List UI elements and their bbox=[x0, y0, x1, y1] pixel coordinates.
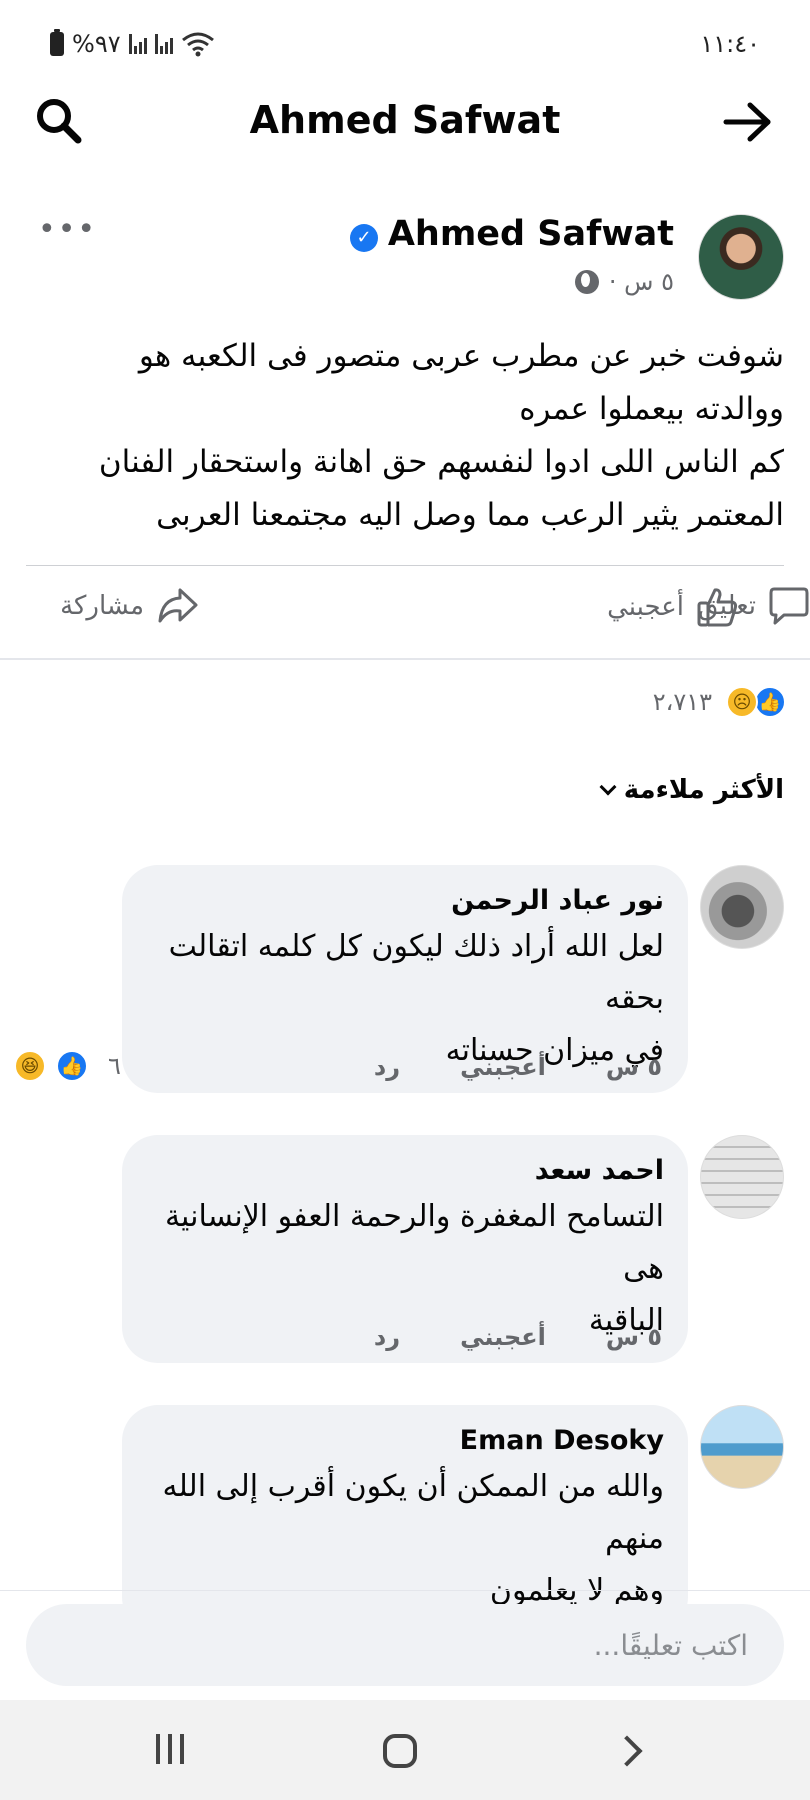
commenter-name[interactable]: احمد سعد bbox=[152, 1151, 664, 1191]
system-nav-bar bbox=[0, 1700, 810, 1800]
share-icon bbox=[158, 588, 198, 623]
chevron-down-icon bbox=[599, 778, 617, 796]
like-reaction-icon: 👍 bbox=[754, 686, 786, 718]
status-bar: %٩٧ ١١:٤٠ bbox=[0, 0, 810, 90]
haha-reaction-icon: 😆 bbox=[14, 1050, 46, 1082]
reactions-summary[interactable]: 👍 ☹ ٢،٧١٣ bbox=[653, 686, 786, 718]
comment-composer bbox=[26, 1604, 784, 1686]
comment-icon bbox=[769, 587, 809, 625]
author-name[interactable]: Ahmed Safwat bbox=[388, 214, 674, 254]
status-icons: %٩٧ bbox=[50, 29, 215, 58]
comment-text: والله من الممكن أن يكون أقرب إلى الله من… bbox=[162, 1469, 664, 1556]
more-options-button[interactable]: ••• bbox=[38, 215, 97, 245]
post-text: شوفت خبر عن مطرب عربى متصور فى الكعبه هو… bbox=[44, 330, 784, 542]
sort-label: الأكثر ملاءمة bbox=[623, 775, 784, 805]
back-button[interactable] bbox=[722, 100, 774, 144]
post-time[interactable]: ٥ س · bbox=[609, 268, 674, 296]
commenter-avatar[interactable] bbox=[700, 1135, 784, 1219]
composer-divider bbox=[0, 1590, 810, 1591]
page-title: Ahmed Safwat bbox=[249, 98, 561, 142]
post-header: ••• Ahmed Safwat ✓ ٥ س · bbox=[0, 210, 810, 310]
recent-apps-button[interactable] bbox=[156, 1734, 184, 1764]
comment-text: التسامح المغفرة والرحمة العفو الإنسانية … bbox=[164, 1199, 664, 1286]
post-text-line: كم الناس اللى ادوا لنفسهم حق اهانة واستح… bbox=[98, 444, 784, 480]
comment-time: ٥ س bbox=[605, 1323, 662, 1351]
globe-icon bbox=[574, 270, 599, 294]
comment-label: تعليق bbox=[698, 591, 756, 621]
ellipsis-icon: ••• bbox=[38, 212, 98, 247]
signal-icon-2 bbox=[154, 34, 173, 54]
reactions-count: ٢،٧١٣ bbox=[652, 688, 712, 716]
post-action-bar: أعجبني تعليق مشاركة bbox=[0, 585, 810, 645]
back-nav-button[interactable] bbox=[611, 1735, 643, 1767]
sad-reaction-icon: ☹ bbox=[726, 686, 758, 718]
share-button[interactable]: مشاركة bbox=[60, 585, 200, 627]
signal-icon bbox=[128, 34, 147, 54]
clock: ١١:٤٠ bbox=[700, 30, 760, 58]
comment-reactions[interactable]: 😆 👍 ٦ bbox=[14, 1050, 121, 1082]
divider bbox=[26, 565, 784, 566]
comment-sort-dropdown[interactable]: الأكثر ملاءمة bbox=[599, 775, 784, 805]
comment-time: ٥ س bbox=[605, 1053, 662, 1081]
wifi-icon bbox=[181, 32, 214, 57]
author-avatar[interactable] bbox=[698, 214, 784, 300]
battery-icon bbox=[50, 29, 64, 56]
comment-actions: ٥ س أعجبني رد bbox=[374, 1053, 662, 1081]
app-header: Ahmed Safwat bbox=[0, 90, 810, 170]
comment-input[interactable] bbox=[26, 1604, 784, 1686]
commenter-avatar[interactable] bbox=[700, 1405, 784, 1489]
arrow-right-icon bbox=[723, 102, 771, 142]
post-text-line: المعتمر يثير الرعب مما وصل اليه مجتمعنا … bbox=[156, 497, 784, 533]
like-reaction-icon: 👍 bbox=[56, 1050, 88, 1082]
comment-reply-button[interactable]: رد bbox=[374, 1053, 400, 1081]
comment-actions: ٥ س أعجبني رد bbox=[374, 1323, 662, 1351]
home-button[interactable] bbox=[383, 1734, 417, 1768]
post-meta: ٥ س · bbox=[574, 268, 674, 296]
verified-badge-icon: ✓ bbox=[350, 224, 378, 252]
battery-percent: %٩٧ bbox=[72, 30, 121, 58]
comment-reactions-count: ٦ bbox=[108, 1052, 121, 1080]
commenter-name[interactable]: Eman Desoky bbox=[152, 1421, 664, 1461]
comment-text: لعل الله أراد ذلك ليكون كل كلمه اتقالت ب… bbox=[168, 929, 664, 1016]
commenter-name[interactable]: نور عباد الرحمن bbox=[152, 881, 664, 921]
comment-like-button[interactable]: أعجبني bbox=[460, 1323, 546, 1351]
comment-reply-button[interactable]: رد bbox=[374, 1323, 400, 1351]
comment-like-button[interactable]: أعجبني bbox=[460, 1053, 546, 1081]
section-divider bbox=[0, 658, 810, 660]
share-label: مشاركة bbox=[60, 591, 144, 621]
comment-bubble[interactable]: Eman Desoky والله من الممكن أن يكون أقرب… bbox=[122, 1405, 688, 1633]
post-text-line: ووالدته بيعملوا عمره bbox=[519, 391, 784, 427]
post-text-line: شوفت خبر عن مطرب عربى متصور فى الكعبه هو bbox=[138, 338, 784, 374]
commenter-avatar[interactable] bbox=[700, 865, 784, 949]
